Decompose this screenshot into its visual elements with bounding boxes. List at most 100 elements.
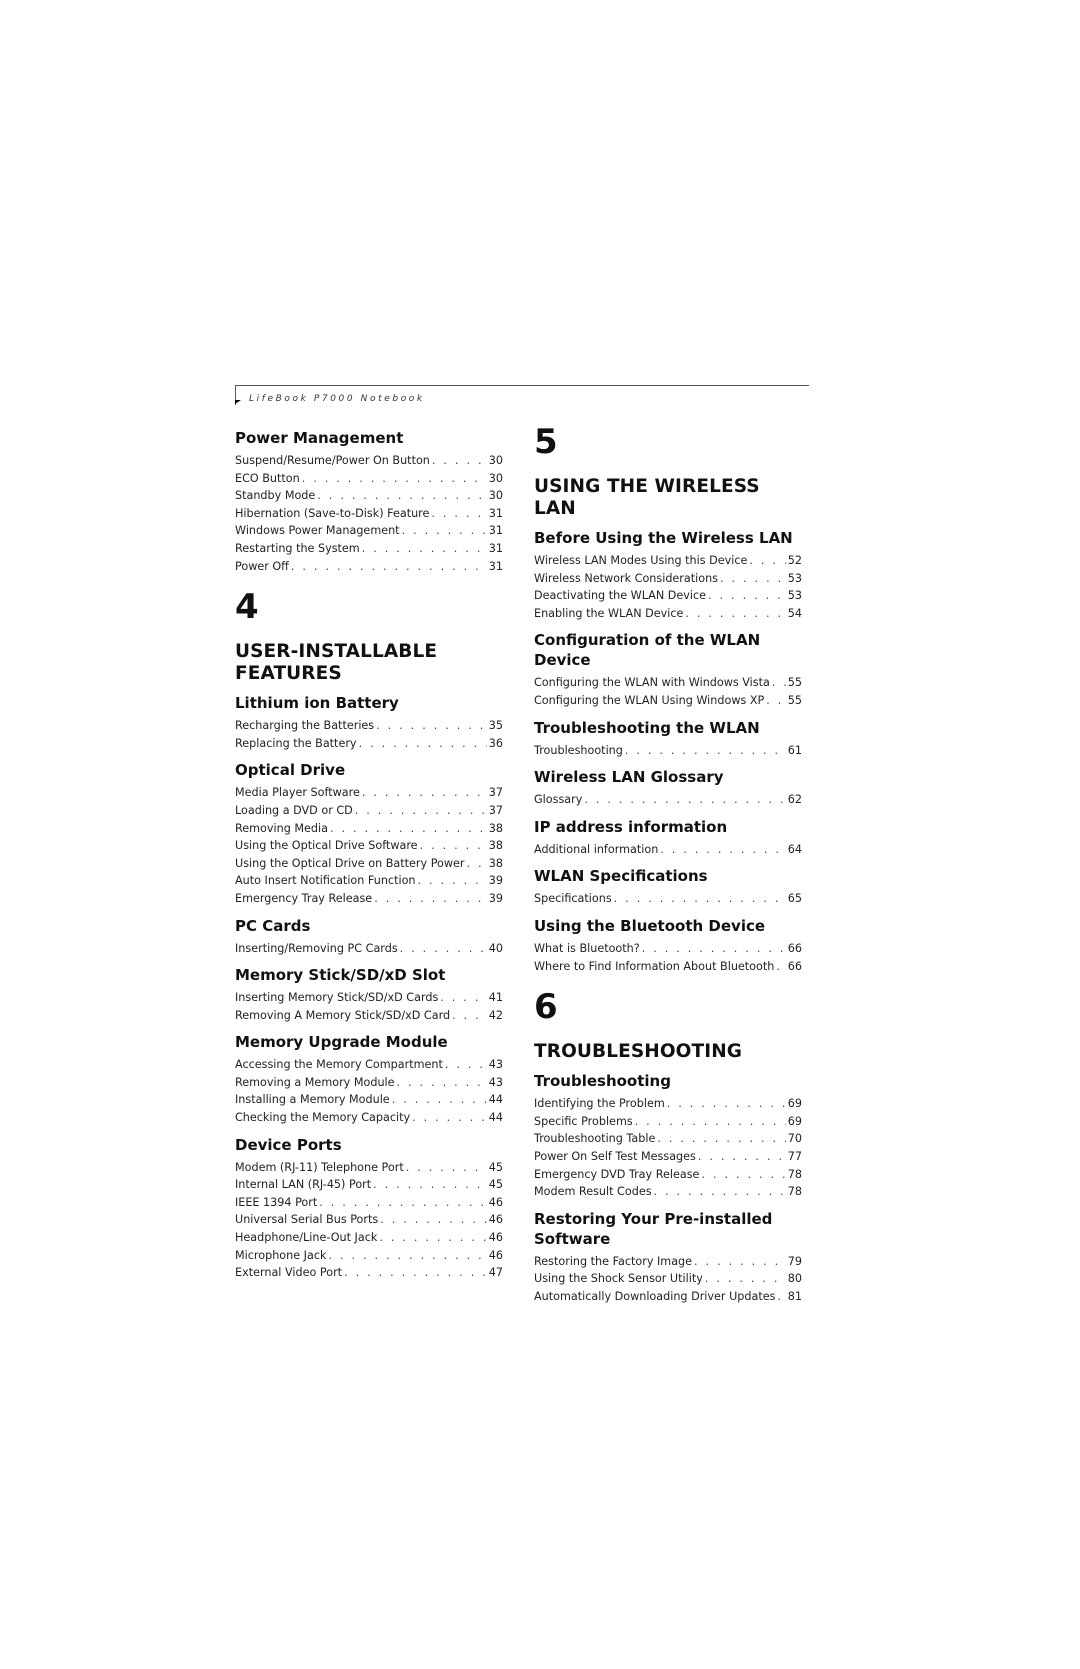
- toc-entry[interactable]: Where to Find Information About Bluetoot…: [534, 958, 802, 976]
- leader-dots: [400, 940, 487, 958]
- toc-entry-page-number: 45: [488, 1178, 503, 1192]
- toc-entry[interactable]: Troubleshooting 61: [534, 742, 802, 760]
- toc-entry-label: Specifications: [534, 892, 612, 906]
- toc-entry[interactable]: Using the Optical Drive on Battery Power…: [235, 855, 503, 873]
- toc-section: IP address information Additional informa…: [534, 817, 802, 859]
- toc-entry[interactable]: Auto Insert Notification Function 39: [235, 872, 503, 890]
- toc-entry[interactable]: Power Off 31: [235, 558, 503, 576]
- toc-entry[interactable]: Using the Shock Sensor Utility 80: [534, 1270, 802, 1288]
- toc-entry[interactable]: Restoring the Factory Image 79: [534, 1253, 802, 1271]
- toc-entry[interactable]: Suspend/Resume/Power On Button 30: [235, 452, 503, 470]
- toc-entry[interactable]: Configuring the WLAN with Windows Vista 5…: [534, 674, 802, 692]
- section-title: WLAN Specifications: [534, 867, 708, 886]
- toc-entry-page-number: 35: [488, 719, 503, 733]
- section-title: Memory Stick/SD/xD Slot: [235, 966, 446, 985]
- leader-dots: [402, 522, 487, 540]
- toc-entry-page-number: 78: [787, 1167, 802, 1181]
- toc-entry[interactable]: Hibernation (Save-to-Disk) Feature 31: [235, 505, 503, 523]
- toc-entry[interactable]: ECO Button 30: [235, 470, 503, 488]
- toc-entry[interactable]: Wireless LAN Modes Using this Device 52: [534, 552, 802, 570]
- toc-entry-label: Removing a Memory Module: [235, 1075, 395, 1089]
- toc-entry[interactable]: Emergency DVD Tray Release 78: [534, 1166, 802, 1184]
- toc-entry[interactable]: Headphone/Line-Out Jack 46: [235, 1229, 503, 1247]
- section-title: Troubleshooting the WLAN: [534, 718, 760, 737]
- toc-entry-list: Identifying the Problem69Specific Proble…: [534, 1095, 802, 1201]
- leader-dots: [776, 958, 785, 976]
- toc-entry-page-number: 44: [488, 1093, 503, 1107]
- toc-entry-label: Windows Power Management: [235, 524, 400, 538]
- toc-entry[interactable]: Inserting Memory Stick/SD/xD Cards 41: [235, 989, 503, 1007]
- toc-entry[interactable]: Windows Power Management 31: [235, 522, 503, 540]
- toc-entry[interactable]: Removing a Memory Module 43: [235, 1074, 503, 1092]
- toc-entry[interactable]: What is Bluetooth? 66: [534, 940, 802, 958]
- toc-entry[interactable]: Troubleshooting Table 70: [534, 1130, 802, 1148]
- toc-entry[interactable]: Universal Serial Bus Ports 46: [235, 1211, 503, 1229]
- toc-entry-label: Emergency DVD Tray Release: [534, 1167, 700, 1181]
- toc-entry-list: Modem (RJ-11) Telephone Port45Internal L…: [235, 1159, 503, 1282]
- section-title: Using the Bluetooth Device: [534, 916, 766, 935]
- toc-entry[interactable]: Recharging the Batteries 35: [235, 717, 503, 735]
- toc-entry[interactable]: Standby Mode 30: [235, 487, 503, 505]
- toc-entry[interactable]: Restarting the System 31: [235, 540, 503, 558]
- toc-entry[interactable]: Additional information 64: [534, 841, 802, 859]
- toc-entry[interactable]: External Video Port 47: [235, 1264, 503, 1282]
- toc-entry[interactable]: Wireless Network Considerations 53: [534, 570, 802, 588]
- toc-entry-page-number: 44: [488, 1111, 503, 1125]
- toc-entry-page-number: 55: [787, 676, 802, 690]
- leader-dots: [355, 802, 487, 820]
- toc-entry-label: Using the Shock Sensor Utility: [534, 1272, 703, 1286]
- leader-dots: [654, 1183, 786, 1201]
- toc-entry[interactable]: Modem (RJ-11) Telephone Port 45: [235, 1159, 503, 1177]
- toc-entry[interactable]: Modem Result Codes 78: [534, 1183, 802, 1201]
- chapter-number: 4: [235, 587, 259, 628]
- toc-entry[interactable]: Specific Problems 69: [534, 1113, 802, 1131]
- toc-entry-page-number: 31: [488, 506, 503, 520]
- toc-entry[interactable]: Media Player Software 37: [235, 784, 503, 802]
- toc-right-column: 5 USING THE WIRELESS LAN Before Using the …: [534, 424, 802, 1313]
- toc-entry[interactable]: Installing a Memory Module 44: [235, 1091, 503, 1109]
- toc-entry-label: Wireless Network Considerations: [534, 571, 719, 585]
- toc-entry-page-number: 78: [787, 1185, 802, 1199]
- toc-entry-page-number: 31: [488, 541, 503, 555]
- toc-entry[interactable]: Loading a DVD or CD 37: [235, 802, 503, 820]
- toc-entry[interactable]: Accessing the Memory Compartment 43: [235, 1056, 503, 1074]
- toc-entry[interactable]: Glossary 62: [534, 791, 802, 809]
- toc-entry[interactable]: Enabling the WLAN Device 54: [534, 605, 802, 623]
- toc-section: Wireless LAN Glossary Glossary 62: [534, 767, 802, 809]
- toc-entry[interactable]: Specifications 65: [534, 890, 802, 908]
- toc-entry-label: Headphone/Line-Out Jack: [235, 1231, 378, 1245]
- toc-entry-page-number: 69: [787, 1097, 802, 1111]
- toc-entry[interactable]: Deactivating the WLAN Device 53: [534, 587, 802, 605]
- toc-entry[interactable]: Removing A Memory Stick/SD/xD Card 42: [235, 1007, 503, 1025]
- toc-entry-list: Media Player Software37Loading a DVD or …: [235, 784, 503, 907]
- toc-entry[interactable]: Emergency Tray Release 39: [235, 890, 503, 908]
- toc-entry-page-number: 64: [787, 842, 802, 856]
- toc-entry[interactable]: Configuring the WLAN Using Windows XP 55: [534, 692, 802, 710]
- leader-dots: [708, 587, 786, 605]
- toc-entry[interactable]: Replacing the Battery 36: [235, 735, 503, 753]
- toc-entry[interactable]: Using the Optical Drive Software 38: [235, 837, 503, 855]
- toc-entry[interactable]: Power On Self Test Messages 77: [534, 1148, 802, 1166]
- toc-entry[interactable]: IEEE 1394 Port 46: [235, 1194, 503, 1212]
- toc-entry-list: Specifications 65: [534, 890, 802, 908]
- toc-entry-page-number: 61: [787, 743, 802, 757]
- toc-entry[interactable]: Microphone Jack 46: [235, 1247, 503, 1265]
- toc-entry-label: What is Bluetooth?: [534, 941, 640, 955]
- toc-entry-page-number: 38: [488, 856, 503, 870]
- chapter-title: USING THE WIRELESS LAN: [534, 476, 760, 519]
- toc-entry-list: Accessing the Memory Compartment43Removi…: [235, 1056, 503, 1126]
- chapter-number: 5: [534, 422, 558, 462]
- toc-entry-page-number: 41: [488, 991, 503, 1005]
- toc-entry-page-number: 40: [488, 941, 503, 955]
- toc-entry[interactable]: Automatically Downloading Driver Updates…: [534, 1288, 802, 1306]
- toc-entry[interactable]: Inserting/Removing PC Cards 40: [235, 940, 503, 958]
- leader-dots: [376, 717, 487, 735]
- toc-entry-label: Inserting/Removing PC Cards: [235, 941, 398, 955]
- toc-entry-label: Inserting Memory Stick/SD/xD Cards: [235, 991, 439, 1005]
- toc-entry[interactable]: Internal LAN (RJ-45) Port 45: [235, 1176, 503, 1194]
- toc-entry[interactable]: Removing Media 38: [235, 820, 503, 838]
- toc-entry-page-number: 36: [488, 736, 503, 750]
- toc-entry[interactable]: Checking the Memory Capacity 44: [235, 1109, 503, 1127]
- toc-entry[interactable]: Identifying the Problem 69: [534, 1095, 802, 1113]
- leader-dots: [431, 505, 486, 523]
